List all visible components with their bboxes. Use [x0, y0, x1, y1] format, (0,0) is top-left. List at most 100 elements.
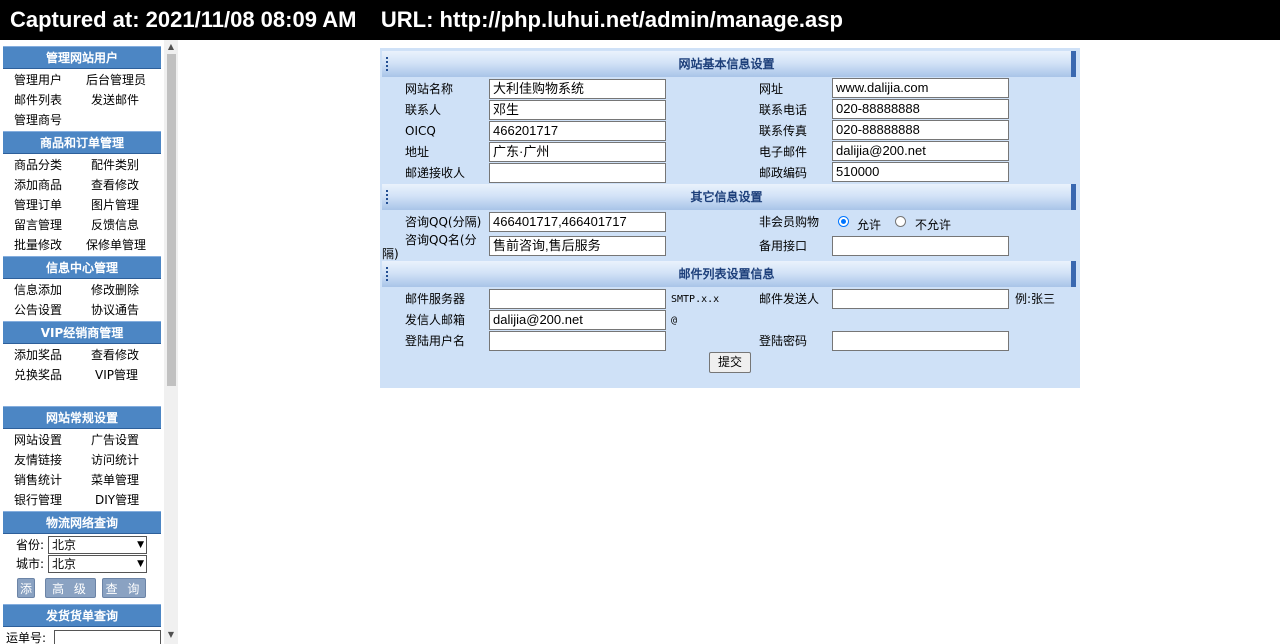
chevron-down-icon: ▼	[137, 540, 144, 550]
from-email-note: @	[671, 315, 678, 326]
city-value: 北京	[52, 557, 77, 571]
query-button[interactable]: 查 询	[102, 578, 146, 598]
oicq-label: OICQ	[405, 124, 436, 138]
sidebar-link-edit-product[interactable]: 查看修改	[91, 178, 139, 192]
qq-name-label-wrap: 隔)	[382, 247, 399, 261]
waybill-input[interactable]	[54, 630, 161, 644]
login-user-field[interactable]	[489, 331, 666, 351]
sidebar-link-orders[interactable]: 管理订单	[14, 198, 62, 212]
sidebar-link-edit-prize[interactable]: 查看修改	[91, 348, 139, 362]
zip-field[interactable]: 510000	[832, 162, 1009, 182]
sidebar-heading-logistics[interactable]: 物流网络查询	[3, 511, 161, 534]
sidebar-link-agreements[interactable]: 协议通告	[91, 303, 139, 317]
sidebar-link-admins[interactable]: 后台管理员	[86, 73, 146, 87]
sidebar-link-sales-stats[interactable]: 销售统计	[14, 473, 62, 487]
oicq-field[interactable]: 466201717	[489, 121, 666, 141]
email-field[interactable]: dalijia@200.net	[832, 141, 1009, 161]
sidebar-link-images[interactable]: 图片管理	[91, 198, 139, 212]
section-other-info: 其它信息设置	[382, 184, 1076, 210]
allow-radio[interactable]	[838, 216, 849, 227]
sidebar-link-banks[interactable]: 银行管理	[14, 493, 62, 507]
section-title: 网站基本信息设置	[678, 57, 775, 71]
province-label: 省份:	[16, 538, 45, 552]
sidebar-link-send-mail[interactable]: 发送邮件	[91, 93, 139, 107]
backup-interface-field[interactable]	[832, 236, 1009, 256]
chevron-down-icon: ▼	[137, 559, 144, 569]
scrollbar-thumb[interactable]	[167, 54, 176, 386]
qq-name-label: 咨询QQ名(分	[405, 233, 477, 247]
advanced-button[interactable]: 高 级	[45, 578, 96, 598]
sidebar-link-warranty[interactable]: 保修单管理	[86, 238, 146, 252]
recipient-field[interactable]	[489, 163, 666, 183]
grip-icon	[386, 267, 388, 281]
login-password-field[interactable]	[832, 331, 1009, 351]
sidebar-heading-products[interactable]: 商品和订单管理	[3, 131, 161, 154]
login-password-label: 登陆密码	[759, 334, 808, 348]
admin-sidebar: 管理网站用户 管理用户 后台管理员 邮件列表 发送邮件 管理商号 商品和订单管理…	[0, 40, 178, 644]
sidebar-link-messages[interactable]: 留言管理	[14, 218, 62, 232]
site-name-field[interactable]: 大利佳购物系统	[489, 79, 666, 99]
sidebar-link-add-product[interactable]: 添加商品	[14, 178, 62, 192]
sidebar-link-friend-links[interactable]: 友情链接	[14, 453, 62, 467]
sidebar-link-ads[interactable]: 广告设置	[91, 433, 139, 447]
qq-name-field[interactable]: 售前咨询,售后服务	[489, 236, 666, 256]
sidebar-scrollbar[interactable]: ▲ ▼	[164, 40, 178, 644]
section-mail-list: 邮件列表设置信息	[382, 261, 1076, 287]
scroll-down-icon[interactable]: ▼	[164, 630, 178, 642]
sidebar-link-add-prize[interactable]: 添加奖品	[14, 348, 62, 362]
section-title: 邮件列表设置信息	[678, 267, 775, 281]
deny-radio[interactable]	[895, 216, 906, 227]
submit-button[interactable]: 提交	[709, 352, 751, 373]
phone-label: 联系电话	[759, 103, 808, 117]
city-select[interactable]: 北京 ▼	[48, 555, 147, 573]
address-field[interactable]: 广东·广州	[489, 142, 666, 162]
waybill-label: 运单号:	[6, 631, 47, 644]
sidebar-heading-info[interactable]: 信息中心管理	[3, 256, 161, 279]
sidebar-heading-users[interactable]: 管理网站用户	[3, 46, 161, 69]
recipient-label: 邮递接收人	[405, 166, 466, 180]
sidebar-link-redeem[interactable]: 兑换奖品	[14, 368, 62, 382]
sidebar-link-part-types[interactable]: 配件类别	[91, 158, 139, 172]
sidebar-link-edit-info[interactable]: 修改删除	[91, 283, 139, 297]
sidebar-link-merchants[interactable]: 管理商号	[14, 113, 62, 127]
sidebar-link-vip-manage[interactable]: VIP管理	[95, 368, 138, 382]
mail-server-field[interactable]	[489, 289, 666, 309]
fax-label: 联系传真	[759, 124, 808, 138]
section-basic-info: 网站基本信息设置	[382, 51, 1076, 77]
url-field[interactable]: www.dalijia.com	[832, 78, 1009, 98]
add-button[interactable]: 添	[17, 578, 35, 598]
scroll-up-icon[interactable]: ▲	[164, 42, 178, 54]
sidebar-heading-shipping[interactable]: 发货货单查询	[3, 604, 161, 627]
mail-sender-note: 例:张三	[1015, 292, 1056, 306]
deny-label: 不允许	[915, 218, 952, 232]
sidebar-link-site-settings[interactable]: 网站设置	[14, 433, 62, 447]
login-user-label: 登陆用户名	[405, 334, 466, 348]
mail-sender-label: 邮件发送人	[759, 292, 820, 306]
zip-label: 邮政编码	[759, 166, 808, 180]
sidebar-link-notices[interactable]: 公告设置	[14, 303, 62, 317]
from-email-field[interactable]: dalijia@200.net	[489, 310, 666, 330]
sidebar-heading-settings[interactable]: 网站常规设置	[3, 406, 161, 429]
address-label: 地址	[405, 145, 430, 159]
sidebar-link-add-info[interactable]: 信息添加	[14, 283, 62, 297]
sidebar-link-diy[interactable]: DIY管理	[95, 493, 139, 507]
sidebar-link-feedback[interactable]: 反馈信息	[91, 218, 139, 232]
allow-label: 允许	[857, 218, 882, 232]
site-name-label: 网站名称	[405, 82, 454, 96]
province-select[interactable]: 北京 ▼	[48, 536, 147, 554]
contact-field[interactable]: 邓生	[489, 100, 666, 120]
sidebar-link-menus[interactable]: 菜单管理	[91, 473, 139, 487]
sidebar-link-mail-list[interactable]: 邮件列表	[14, 93, 62, 107]
fax-field[interactable]: 020-88888888	[832, 120, 1009, 140]
guest-shopping-label: 非会员购物	[759, 215, 820, 229]
sidebar-link-visits[interactable]: 访问统计	[91, 453, 139, 467]
backup-interface-label: 备用接口	[759, 239, 808, 253]
sidebar-heading-vip[interactable]: VIP经销商管理	[3, 321, 161, 344]
sidebar-link-categories[interactable]: 商品分类	[14, 158, 62, 172]
sidebar-link-bulk-edit[interactable]: 批量修改	[14, 238, 62, 252]
qq-field[interactable]: 466401717,466401717	[489, 212, 666, 232]
email-label: 电子邮件	[759, 145, 808, 159]
sidebar-link-manage-users[interactable]: 管理用户	[14, 73, 62, 87]
phone-field[interactable]: 020-88888888	[832, 99, 1009, 119]
mail-sender-field[interactable]	[832, 289, 1009, 309]
